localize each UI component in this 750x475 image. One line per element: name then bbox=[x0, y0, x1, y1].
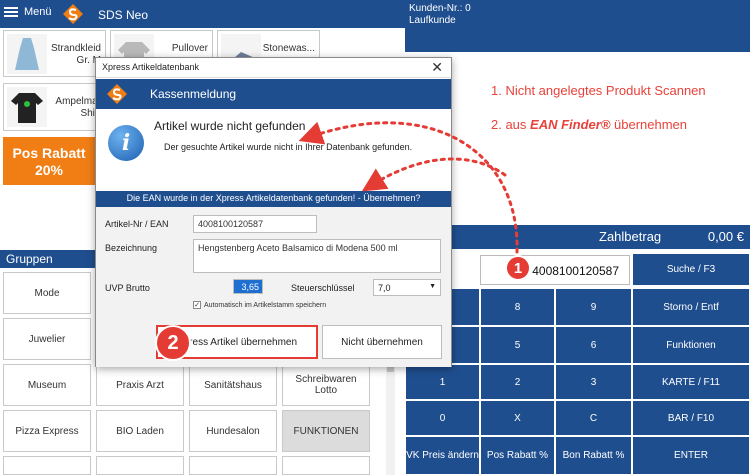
dialog-message: i Artikel wurde nicht gefunden Der gesuc… bbox=[96, 109, 451, 191]
key-6[interactable]: 6 bbox=[555, 326, 632, 364]
close-icon[interactable]: ✕ bbox=[431, 59, 443, 76]
payment-label: Zahlbetrag bbox=[599, 229, 662, 244]
steuer-dropdown[interactable]: 7,0 ▼ bbox=[373, 279, 441, 296]
auto-save-label: Automatisch im Artikelstamm speichern bbox=[204, 301, 327, 309]
app-title: SDS Neo bbox=[98, 8, 149, 22]
step-marker-2: 2 bbox=[155, 325, 191, 361]
customer-info: Kunden-Nr.: 0 Laufkunde bbox=[405, 0, 750, 52]
product-tile[interactable]: Strandkleid Gr. M bbox=[3, 30, 106, 77]
message-subtitle: Der gesuchte Artikel wurde nicht in Ihre… bbox=[164, 142, 413, 152]
annotation-step2: 2. aus EAN Finder® übernehmen bbox=[491, 117, 688, 132]
artikel-label: Artikel-Nr / EAN bbox=[105, 219, 169, 229]
group-button-empty[interactable] bbox=[96, 456, 184, 475]
key-1[interactable]: 1 bbox=[405, 364, 480, 400]
customer-type: Laufkunde bbox=[409, 15, 456, 26]
group-button-schreibwaren-lotto[interactable]: Schreibwaren Lotto bbox=[282, 364, 370, 406]
key-2[interactable]: 2 bbox=[480, 364, 555, 400]
key-3[interactable]: 3 bbox=[555, 364, 632, 400]
key-0[interactable]: 0 bbox=[405, 400, 480, 436]
xpress-dialog: Xpress Artikeldatenbank ✕ Kassenmeldung … bbox=[95, 57, 452, 367]
steuer-value: 7,0 bbox=[378, 283, 391, 293]
bezeichnung-field[interactable]: Hengstenberg Aceto Balsamico di Modena 5… bbox=[193, 239, 441, 273]
customer-number: Kunden-Nr.: 0 bbox=[409, 3, 471, 14]
receipt-area: Kunden-Nr.: 0 Laufkunde bbox=[405, 0, 750, 225]
storno-button[interactable]: Storno / Entf bbox=[632, 288, 750, 326]
reject-button[interactable]: Nicht übernehmen bbox=[322, 325, 442, 359]
rabatt-label: Pos Rabatt bbox=[12, 145, 86, 161]
group-button-funktionen[interactable]: FUNKTIONEN bbox=[282, 410, 370, 452]
bezeichnung-label: Bezeichnung bbox=[105, 243, 158, 253]
group-button-empty[interactable] bbox=[189, 456, 277, 475]
pos-rabatt-button[interactable]: Pos Rabatt 20% bbox=[3, 137, 95, 185]
rabatt-value: 20% bbox=[34, 162, 64, 178]
group-button-empty[interactable] bbox=[282, 456, 370, 475]
auto-save-checkbox[interactable]: ✓ Automatisch im Artikelstamm speichern bbox=[193, 301, 326, 309]
steuer-label: Steuerschlüssel bbox=[291, 283, 355, 293]
dialog-window-title: Xpress Artikeldatenbank bbox=[102, 62, 200, 72]
group-button-praxis-arzt[interactable]: Praxis Arzt bbox=[96, 364, 184, 406]
hamburger-icon bbox=[4, 7, 18, 17]
top-bar: Menü SDS Neo bbox=[0, 0, 405, 28]
enter-button[interactable]: ENTER bbox=[632, 436, 750, 475]
step-marker-1: 1 bbox=[505, 255, 531, 281]
group-button-bio-laden[interactable]: BIO Laden bbox=[96, 410, 184, 452]
dialog-titlebar: Xpress Artikeldatenbank ✕ bbox=[96, 58, 451, 78]
funktionen-button[interactable]: Funktionen bbox=[632, 326, 750, 364]
key-9[interactable]: 9 bbox=[555, 288, 632, 326]
group-button-sanitaetshaus[interactable]: Sanitätshaus bbox=[189, 364, 277, 406]
pos-rabatt-percent-button[interactable]: Pos Rabatt % bbox=[480, 436, 555, 475]
key-5[interactable]: 5 bbox=[480, 326, 555, 364]
payment-value: 0,00 € bbox=[707, 229, 744, 244]
chevron-down-icon: ▼ bbox=[429, 283, 436, 290]
article-form: Artikel-Nr / EAN 4008100120587 Bezeichnu… bbox=[96, 207, 451, 367]
ean-input[interactable]: 4008100120587 bbox=[480, 255, 630, 285]
vk-preis-button[interactable]: VK Preis ändern bbox=[405, 436, 480, 475]
checkbox-icon[interactable]: ✓ bbox=[193, 301, 201, 309]
dialog-header-title: Kassenmeldung bbox=[150, 87, 237, 101]
menu-label: Menü bbox=[24, 6, 52, 18]
uvp-field[interactable]: 3,65 € bbox=[233, 279, 263, 302]
product-tile[interactable]: Ampelmar Shirt bbox=[3, 83, 106, 131]
key-8[interactable]: 8 bbox=[480, 288, 555, 326]
shirt-thumbnail-icon bbox=[7, 87, 47, 127]
group-button-mode[interactable]: Mode bbox=[3, 272, 91, 314]
group-button-pizza-express[interactable]: Pizza Express bbox=[3, 410, 91, 452]
group-button-juwelier[interactable]: Juwelier bbox=[3, 318, 91, 360]
karte-button[interactable]: KARTE / F11 bbox=[632, 364, 750, 400]
menu-button[interactable]: Menü bbox=[4, 6, 52, 18]
bar-button[interactable]: BAR / F10 bbox=[632, 400, 750, 436]
product-name: Pullover bbox=[171, 43, 208, 54]
key-x[interactable]: X bbox=[480, 400, 555, 436]
key-c[interactable]: C bbox=[555, 400, 632, 436]
payment-bar: Zahlbetrag 0,00 € bbox=[405, 225, 750, 249]
product-name: Stonewas... bbox=[262, 43, 315, 54]
dialog-header: Kassenmeldung bbox=[96, 79, 451, 109]
sds-logo-icon bbox=[107, 84, 127, 104]
artikel-field[interactable]: 4008100120587 bbox=[193, 215, 317, 233]
product-name: Strandkleid Gr. M bbox=[50, 43, 101, 66]
dress-thumbnail-icon bbox=[7, 34, 47, 74]
info-icon: i bbox=[108, 125, 144, 161]
annotation-step1: 1. Nicht angelegtes Produkt Scannen bbox=[491, 83, 706, 98]
group-button-empty[interactable] bbox=[3, 456, 91, 475]
uvp-label: UVP Brutto bbox=[105, 283, 150, 293]
message-title: Artikel wurde nicht gefunden bbox=[154, 119, 306, 133]
ean-found-banner: Die EAN wurde in der Xpress Artikeldaten… bbox=[96, 191, 451, 207]
search-button[interactable]: Suche / F3 bbox=[632, 253, 750, 286]
sds-logo-icon bbox=[63, 4, 83, 24]
group-button-hundesalon[interactable]: Hundesalon bbox=[189, 410, 277, 452]
bon-rabatt-percent-button[interactable]: Bon Rabatt % bbox=[555, 436, 632, 475]
group-button-museum[interactable]: Museum bbox=[3, 364, 91, 406]
